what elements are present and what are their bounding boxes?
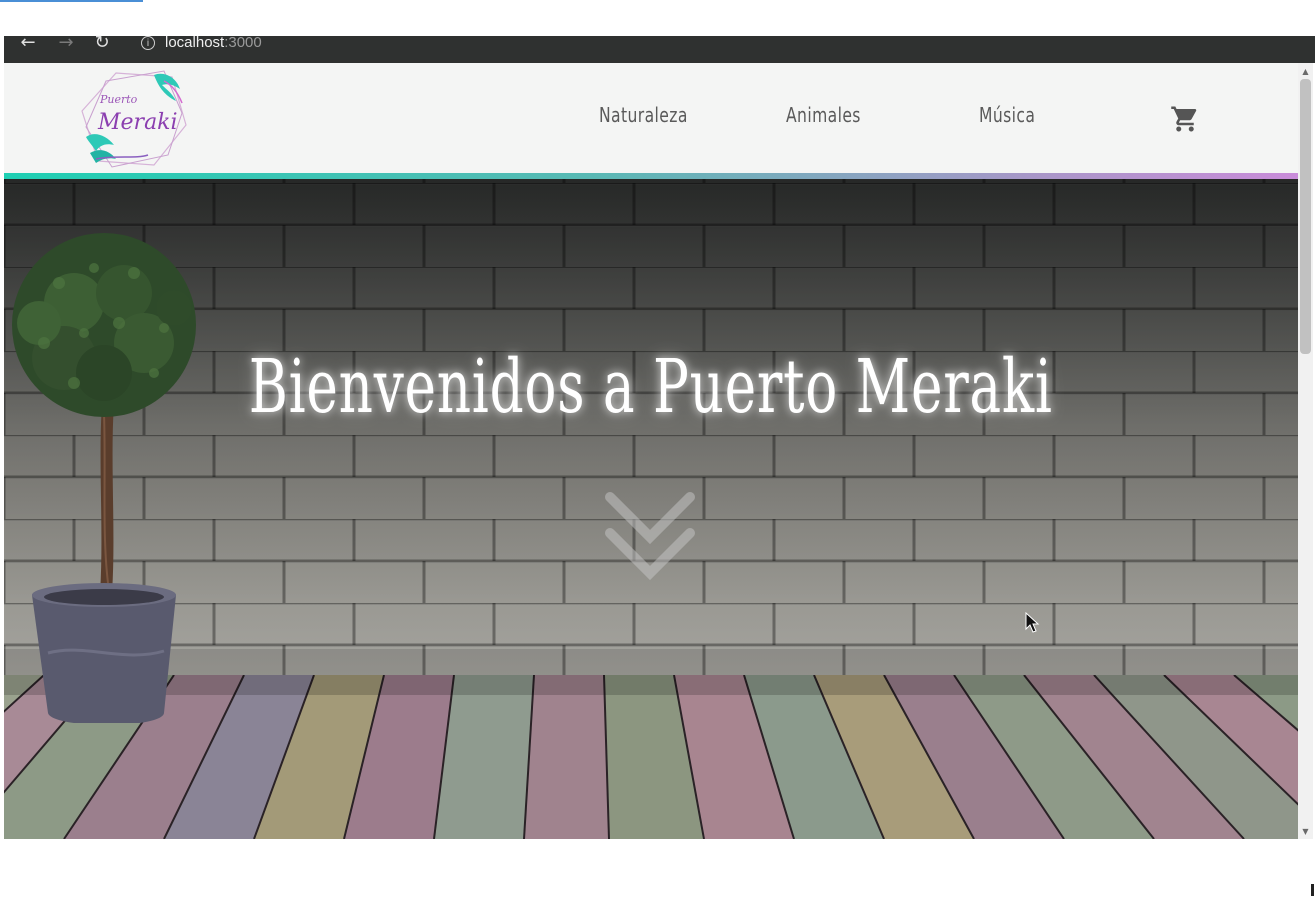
page-viewport: Puerto Meraki Naturaleza Animales Música: [4, 63, 1298, 839]
nav-link-animales[interactable]: Animales: [786, 103, 861, 127]
browser-toolbar: ← → ↻ i localhost:3000: [4, 32, 1315, 63]
double-chevron-down-icon[interactable]: [602, 489, 698, 581]
logo-text-small: Puerto: [99, 93, 138, 106]
cart-icon[interactable]: [1170, 103, 1200, 135]
url-host: localhost: [165, 34, 225, 51]
scroll-down-arrow-icon[interactable]: ▼: [1300, 826, 1311, 837]
info-icon[interactable]: i: [141, 36, 155, 50]
corner-mark: [1311, 884, 1314, 896]
arrow-right-icon: →: [58, 32, 74, 53]
back-button[interactable]: ←: [16, 32, 40, 54]
tab-indicator: [0, 0, 143, 2]
forward-button[interactable]: →: [54, 32, 78, 54]
nav-link-musica[interactable]: Música: [979, 103, 1035, 127]
hero-section: Bienvenidos a Puerto Meraki: [4, 179, 1298, 839]
arrow-left-icon: ←: [20, 32, 36, 53]
url-port: :3000: [224, 34, 262, 51]
mouse-pointer-icon: [1025, 612, 1040, 633]
logo-text-large: Meraki: [97, 110, 178, 135]
reload-icon: ↻: [94, 32, 110, 53]
puerto-meraki-logo[interactable]: Puerto Meraki: [76, 67, 192, 169]
scroll-thumb[interactable]: [1300, 79, 1311, 354]
hero-title: Bienvenidos a Puerto Meraki: [248, 344, 1053, 430]
potted-plant-image: [12, 233, 196, 723]
page-scrollbar[interactable]: ▲ ▼: [1298, 63, 1313, 839]
site-header: Puerto Meraki Naturaleza Animales Música: [4, 63, 1298, 173]
scroll-up-arrow-icon[interactable]: ▲: [1300, 66, 1311, 77]
address-bar[interactable]: i localhost:3000: [141, 34, 371, 51]
reload-button[interactable]: ↻: [90, 32, 114, 54]
nav-link-naturaleza[interactable]: Naturaleza: [599, 103, 688, 127]
